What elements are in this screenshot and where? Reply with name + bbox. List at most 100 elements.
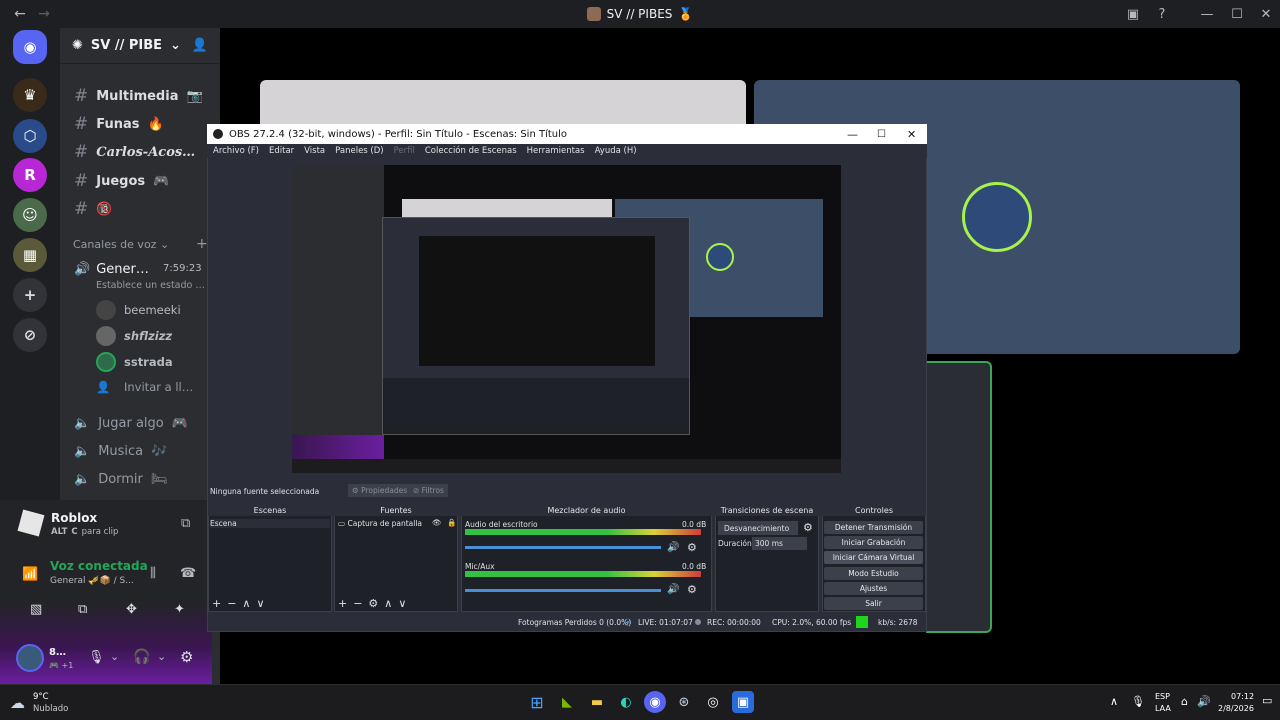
inbox-icon[interactable]: ▣	[1119, 0, 1147, 28]
clock-date[interactable]: 2/8/2026	[1218, 704, 1254, 713]
menu-ayuda[interactable]: Ayuda (H)	[595, 146, 637, 156]
maximize-icon[interactable]: ☐	[1223, 0, 1251, 28]
volume-icon[interactable]: 🔊	[1197, 695, 1211, 708]
invite-button[interactable]: 👤 Invitar a ll…	[96, 380, 193, 394]
voice-channel-name[interactable]: General 🎺📦 / S...	[50, 576, 134, 586]
channel-carlos[interactable]: # Carlos-Acos…	[74, 142, 195, 162]
studio-mode-button[interactable]: Modo Estudio	[824, 567, 923, 580]
menu-archivo[interactable]: Archivo (F)	[213, 146, 259, 156]
voice-channel-musica[interactable]: 🔈 Musica 🎶	[74, 444, 167, 459]
start-virtual-camera-button[interactable]: Iniciar Cámara Virtual	[824, 551, 923, 564]
server-r[interactable]: R	[13, 158, 47, 192]
file-explorer-icon[interactable]: ▬	[586, 691, 608, 713]
activities-icon[interactable]: ✥	[126, 602, 137, 617]
voice-connected[interactable]: Voz conectada	[50, 559, 148, 573]
voice-channel-jugar[interactable]: 🔈 Jugar algo 🎮	[74, 416, 188, 431]
app-icon[interactable]: ▣	[732, 691, 754, 713]
voice-category[interactable]: Canales de voz ⌄	[73, 238, 169, 251]
server-avatar[interactable]: ☺	[13, 198, 47, 232]
add-channel-icon[interactable]: +	[196, 236, 208, 252]
user-name[interactable]: 8…	[49, 647, 66, 658]
duration-input[interactable]: 300 ms	[752, 537, 807, 550]
menu-paneles[interactable]: Paneles (D)	[335, 146, 383, 156]
eye-icon[interactable]: 👁	[432, 518, 442, 527]
chevron-down-icon[interactable]: ⌄	[110, 650, 119, 663]
menu-editar[interactable]: Editar	[269, 146, 294, 156]
server-header[interactable]: ✺ SV // PIBE ⌄ 👤	[60, 28, 220, 64]
forward-arrow-icon[interactable]: →	[34, 6, 54, 22]
voice-channel-dormir[interactable]: 🔈 Dormir 🛏	[74, 472, 167, 487]
explore-icon[interactable]: ⊘	[13, 318, 47, 352]
source-item[interactable]: ▭ Captura de pantalla	[338, 519, 422, 528]
obs-minimize-icon[interactable]: —	[847, 128, 858, 141]
voice-user[interactable]: beemeeki	[96, 300, 181, 320]
discord-home-icon[interactable]: ◉	[13, 30, 47, 64]
disconnect-icon[interactable]: ☎	[180, 566, 196, 581]
server-infinity-queen[interactable]: ♛	[13, 78, 47, 112]
gear-icon[interactable]: ⚙	[687, 583, 697, 596]
screen-share-button[interactable]: ⧉	[78, 602, 87, 617]
stop-streaming-button[interactable]: Detener Transmisión	[824, 521, 923, 534]
settings-gear-icon[interactable]: ⚙	[180, 648, 193, 666]
weather-temp[interactable]: 9°C	[33, 692, 49, 702]
menu-herramientas[interactable]: Herramientas	[527, 146, 585, 156]
filters-button[interactable]: ⊘ Filtros	[409, 484, 448, 497]
add-server-icon[interactable]: +	[13, 278, 47, 312]
menu-coleccion[interactable]: Colección de Escenas	[425, 146, 517, 156]
speaker-icon[interactable]: 🔊	[667, 542, 679, 553]
gear-icon[interactable]: ⚙	[803, 521, 813, 534]
weather-desc[interactable]: Nublado	[33, 704, 68, 714]
source-toolbar[interactable]: +−⚙∧∨	[338, 597, 412, 610]
menu-vista[interactable]: Vista	[304, 146, 325, 156]
nvidia-icon[interactable]: ◣	[556, 691, 578, 713]
obs-close-icon[interactable]: ✕	[907, 128, 916, 141]
microphone-icon[interactable]: 🎙	[1131, 695, 1145, 708]
close-icon[interactable]: ✕	[1252, 0, 1280, 28]
user-avatar[interactable]	[16, 644, 44, 672]
volume-slider[interactable]	[465, 546, 661, 549]
obs-maximize-icon[interactable]: ☐	[877, 129, 886, 140]
lock-icon[interactable]: 🔒	[447, 518, 456, 527]
channel-funas[interactable]: # Funas 🔥	[74, 114, 164, 134]
soundboard-icon[interactable]: ✦	[174, 602, 185, 617]
menu-perfil[interactable]: Perfil	[394, 146, 415, 156]
steam-icon[interactable]: ⊛	[673, 691, 695, 713]
discord-taskbar-icon[interactable]: ◉	[644, 691, 666, 713]
volume-slider[interactable]	[465, 589, 661, 592]
channel-multimedia[interactable]: # Multimedia 📷	[74, 86, 203, 106]
channel-juegos[interactable]: # Juegos 🎮	[74, 171, 169, 191]
notification-icon[interactable]: ▭	[1262, 694, 1272, 707]
language-code[interactable]: ESP	[1155, 692, 1170, 701]
server-cube[interactable]: ⬡	[13, 119, 47, 153]
speaker-icon[interactable]: 🔊	[667, 584, 679, 595]
voice-channel-general[interactable]: 🔊 Gener…	[74, 262, 149, 277]
video-tile-speaking[interactable]	[926, 361, 992, 633]
transition-select[interactable]: Desvanecimiento	[718, 521, 798, 535]
obs-taskbar-icon[interactable]: ◎	[702, 691, 724, 713]
screen-share-icon[interactable]: ⧉	[181, 516, 190, 531]
voice-user[interactable]: sstrada	[96, 352, 173, 372]
clock-time[interactable]: 07:12	[1231, 692, 1254, 701]
start-recording-button[interactable]: Iniciar Grabación	[824, 536, 923, 549]
camera-off-icon[interactable]: ▧	[30, 602, 42, 617]
microphone-icon[interactable]: 🎙	[88, 650, 105, 665]
help-icon[interactable]: ?	[1148, 0, 1176, 28]
add-member-icon[interactable]: 👤	[192, 38, 208, 53]
scene-item[interactable]: Escena	[210, 519, 330, 528]
exit-button[interactable]: Salir	[824, 597, 923, 610]
voice-user[interactable]: shflzizz	[96, 326, 172, 346]
chevron-up-icon[interactable]: ∧	[1110, 695, 1118, 708]
obs-preview[interactable]	[292, 165, 841, 473]
chevron-down-icon[interactable]: ⌄	[157, 650, 166, 663]
gear-icon[interactable]: ⚙	[687, 541, 697, 554]
minimize-icon[interactable]: —	[1193, 0, 1221, 28]
headphones-icon[interactable]: 🎧	[133, 649, 150, 665]
channel-nsfw[interactable]: # 🔞	[74, 199, 112, 219]
settings-button[interactable]: Ajustes	[824, 582, 923, 595]
voice-status[interactable]: Establece un estado …	[96, 280, 205, 291]
noise-icon[interactable]: ⫼	[150, 566, 156, 581]
scene-toolbar[interactable]: +−∧∨	[212, 597, 271, 610]
back-arrow-icon[interactable]: ←	[10, 6, 30, 22]
start-icon[interactable]: ⊞	[526, 691, 548, 713]
language-layout[interactable]: LAA	[1155, 704, 1171, 713]
